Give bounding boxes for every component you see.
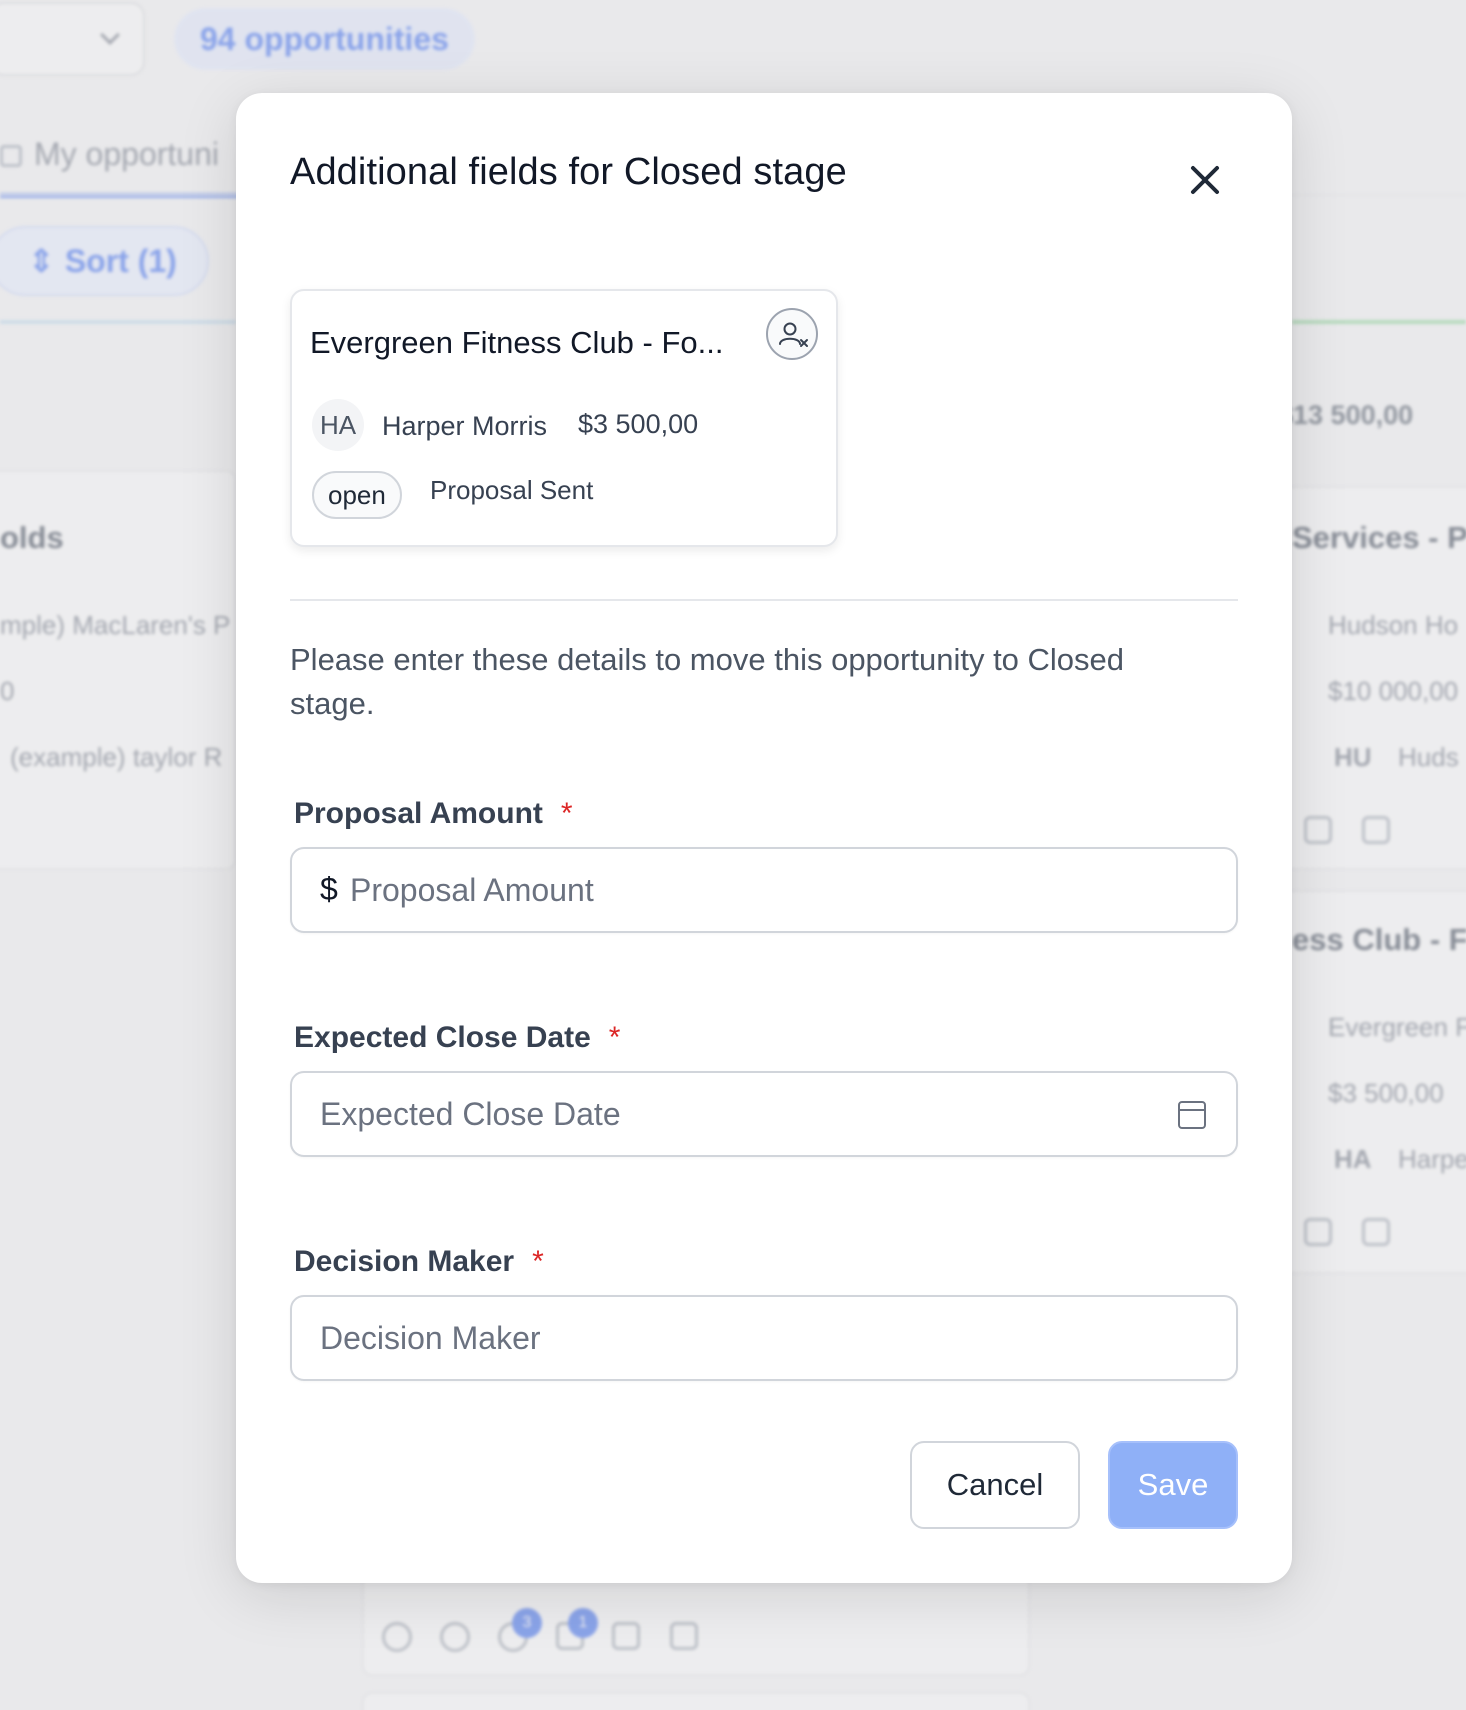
user-remove-icon-svg <box>779 322 808 347</box>
cancel-button[interactable]: Cancel <box>910 1441 1080 1529</box>
expected-close-date-label: Expected Close Date * <box>294 1021 620 1055</box>
user-remove-icon[interactable] <box>766 308 818 360</box>
required-asterisk: * <box>560 797 573 830</box>
divider <box>290 599 1238 601</box>
opportunity-name: Evergreen Fitness Club - Fo... <box>310 325 724 360</box>
required-asterisk: * <box>532 1245 544 1278</box>
status-badge: open <box>312 471 402 519</box>
decision-maker-label: Decision Maker * <box>294 1245 544 1279</box>
opportunity-amount: $3 500,00 <box>578 409 699 439</box>
closed-stage-modal: Additional fields for Closed stage Everg… <box>236 93 1292 1583</box>
stage-label: Proposal Sent <box>430 475 594 505</box>
decision-maker-input[interactable] <box>320 1297 1180 1379</box>
proposal-amount-field[interactable]: $ <box>290 847 1238 933</box>
required-asterisk: * <box>608 1021 621 1054</box>
close-icon[interactable] <box>1188 163 1222 197</box>
currency-prefix: $ <box>320 871 338 907</box>
modal-title: Additional fields for Closed stage <box>290 151 847 193</box>
field-label-text: Expected Close Date <box>294 1021 591 1054</box>
decision-maker-field[interactable] <box>290 1295 1238 1381</box>
avatar: HA <box>312 399 364 451</box>
field-label-text: Proposal Amount <box>294 797 543 830</box>
instructions-text: Please enter these details to move this … <box>290 642 1125 721</box>
proposal-amount-input[interactable] <box>350 849 1210 931</box>
opportunity-card[interactable]: Evergreen Fitness Club - Fo... HA Harper… <box>290 289 838 547</box>
field-label-text: Decision Maker <box>294 1245 515 1278</box>
calendar-icon[interactable] <box>1178 1101 1206 1129</box>
expected-close-date-input[interactable] <box>320 1073 1180 1155</box>
proposal-amount-label: Proposal Amount * <box>294 797 573 831</box>
owner-name: Harper Morris <box>382 411 548 441</box>
save-button[interactable]: Save <box>1108 1441 1238 1529</box>
expected-close-date-field[interactable] <box>290 1071 1238 1157</box>
